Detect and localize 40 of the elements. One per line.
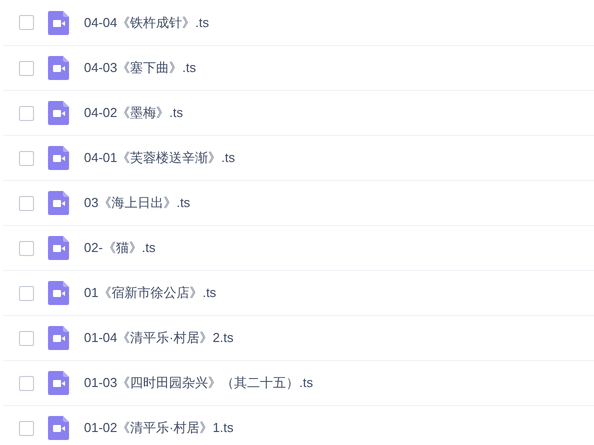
file-name[interactable]: 01-03《四时田园杂兴》（其二十五）.ts (84, 373, 313, 393)
file-name[interactable]: 01-02《清平乐·村居》1.ts (84, 418, 234, 438)
video-file-icon (48, 101, 69, 125)
file-row[interactable]: 04-02《墨梅》.ts (3, 91, 594, 136)
file-row[interactable]: 01-02《清平乐·村居》1.ts (3, 406, 594, 445)
file-name[interactable]: 04-02《墨梅》.ts (84, 103, 183, 123)
video-file-icon (48, 56, 69, 80)
video-file-icon (48, 236, 69, 260)
video-file-icon (48, 191, 69, 215)
file-name[interactable]: 04-01《芙蓉楼送辛渐》.ts (84, 148, 235, 168)
checkbox[interactable] (19, 15, 34, 30)
file-name[interactable]: 03《海上日出》.ts (84, 193, 190, 213)
file-row[interactable]: 04-04《铁杵成针》.ts (3, 0, 594, 46)
file-name[interactable]: 01《宿新市徐公店》.ts (84, 283, 216, 303)
file-row[interactable]: 04-01《芙蓉楼送辛渐》.ts (3, 136, 594, 181)
file-row[interactable]: 01-03《四时田园杂兴》（其二十五）.ts (3, 361, 594, 406)
file-name[interactable]: 01-04《清平乐·村居》2.ts (84, 328, 234, 348)
file-name[interactable]: 02-《猫》.ts (84, 238, 156, 258)
video-file-icon (48, 326, 69, 350)
checkbox[interactable] (19, 420, 34, 436)
file-row[interactable]: 03《海上日出》.ts (3, 181, 594, 226)
file-row[interactable]: 04-03《塞下曲》.ts (3, 46, 594, 91)
video-file-icon (48, 281, 69, 305)
checkbox[interactable] (19, 106, 34, 120)
video-file-icon (48, 10, 69, 34)
checkbox[interactable] (19, 376, 34, 390)
file-row[interactable]: 01《宿新市徐公店》.ts (3, 271, 594, 316)
file-row[interactable]: 02-《猫》.ts (3, 226, 594, 271)
checkbox[interactable] (19, 196, 34, 210)
checkbox[interactable] (19, 60, 34, 76)
file-row[interactable]: 01-04《清平乐·村居》2.ts (3, 316, 594, 361)
file-name[interactable]: 04-04《铁杵成针》.ts (84, 12, 209, 32)
video-file-icon (48, 146, 69, 170)
file-name[interactable]: 04-03《塞下曲》.ts (84, 58, 196, 78)
checkbox[interactable] (19, 330, 34, 346)
checkbox[interactable] (19, 150, 34, 166)
checkbox[interactable] (19, 240, 34, 256)
video-file-icon (48, 371, 69, 395)
checkbox[interactable] (19, 286, 34, 300)
video-file-icon (48, 416, 69, 440)
